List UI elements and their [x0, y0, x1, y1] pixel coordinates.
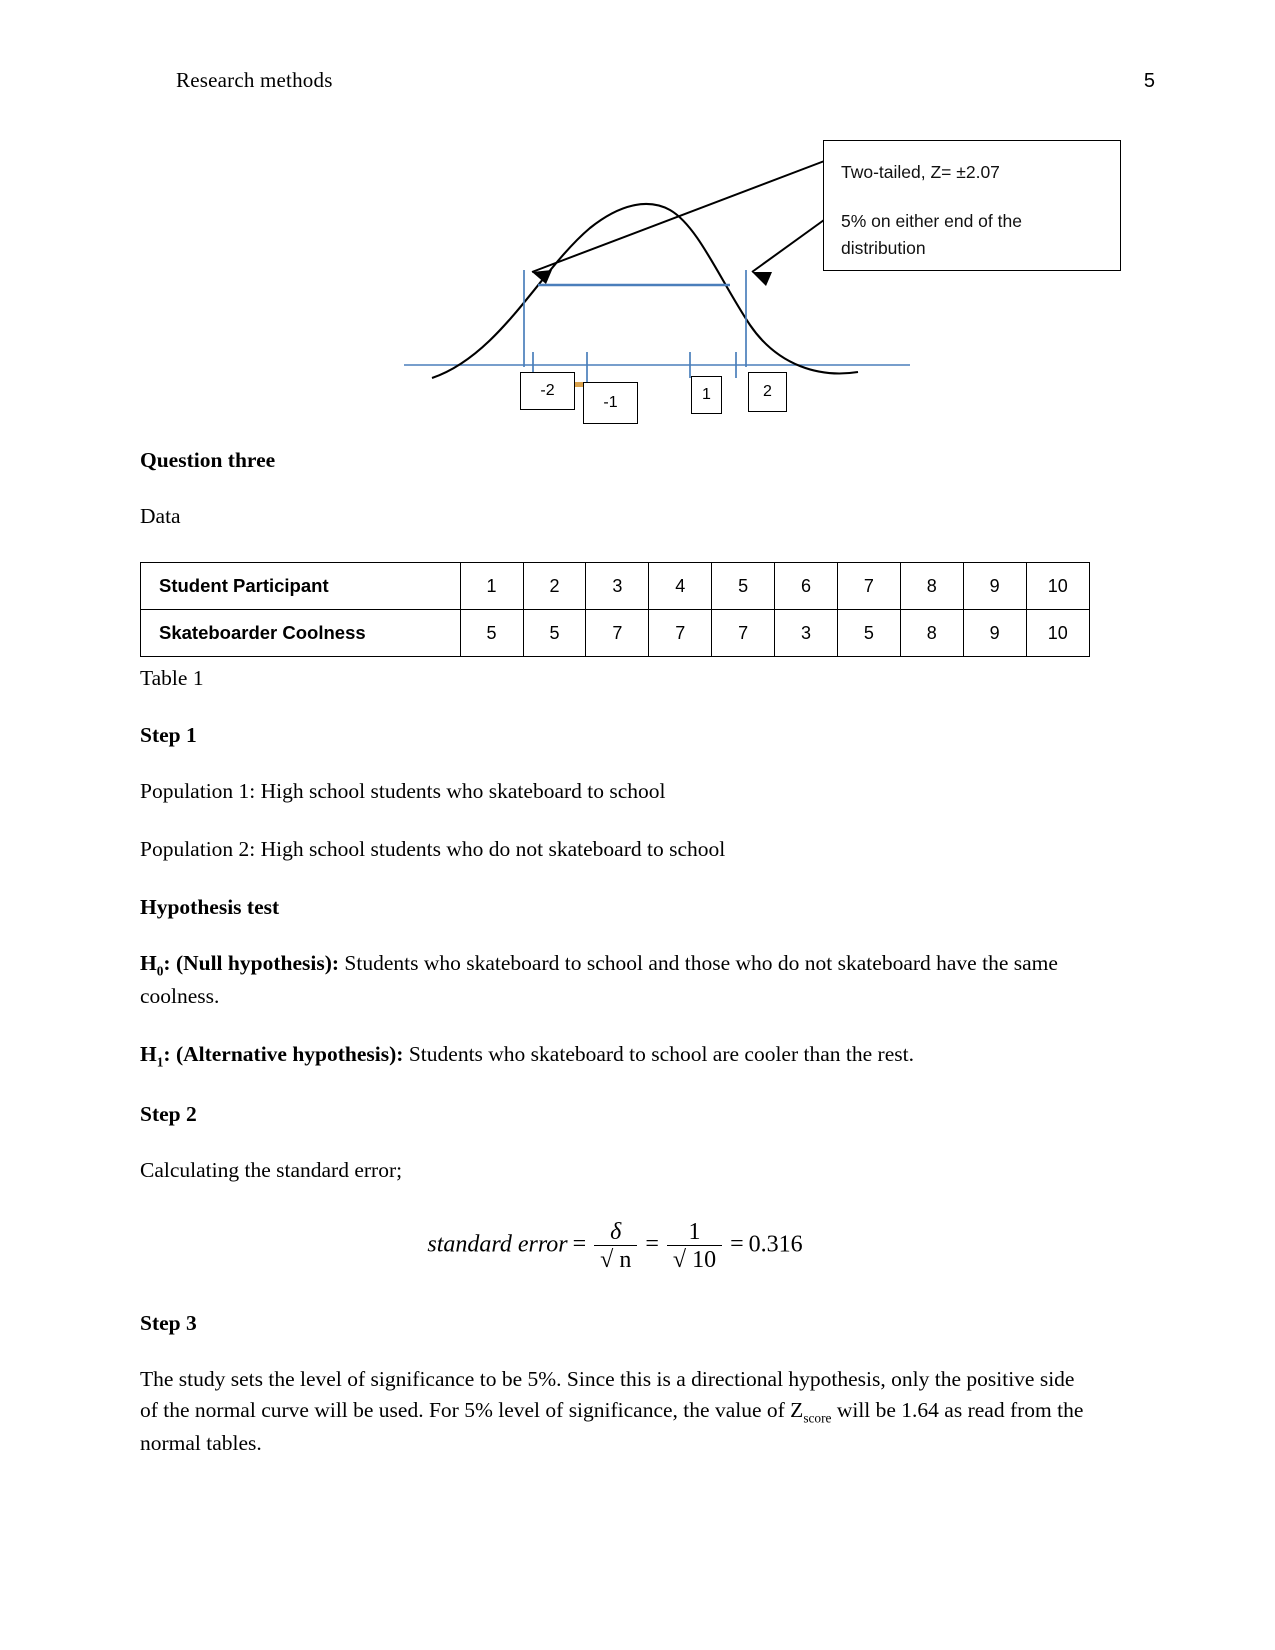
alt-h-letter: H — [140, 1041, 157, 1066]
formula-fraction-2: 1 √ 10 — [666, 1218, 723, 1272]
question-three-heading: Question three — [140, 448, 276, 472]
population-1-text: Population 1: High school students who s… — [140, 778, 666, 803]
formula-equals-2: = — [645, 1231, 659, 1258]
cell-coolness-2: 5 — [522, 609, 587, 658]
cell-participant-10: 10 — [1025, 562, 1091, 611]
data-table-wrapper: Student Participant 1 2 3 4 5 6 7 8 9 10… — [140, 562, 1091, 658]
table-caption: Table 1 — [140, 666, 204, 691]
step2-text: Calculating the standard error; — [140, 1157, 403, 1182]
formula-result: 0.316 — [748, 1231, 803, 1258]
formula-denominator-1: √ n — [594, 1244, 638, 1272]
cell-participant-8: 8 — [899, 562, 964, 611]
formula-fraction-1: δ √ n — [594, 1218, 638, 1272]
cell-coolness-8: 8 — [899, 609, 964, 658]
callout-box: Two-tailed, Z= ±2.07 5% on either end of… — [823, 140, 1121, 271]
document-page: Research methods 5 Two-tailed, Z= ±2.07 … — [0, 0, 1275, 1650]
cell-participant-2: 2 — [522, 562, 587, 611]
cell-coolness-3: 7 — [585, 609, 650, 658]
cell-coolness-10: 10 — [1025, 609, 1091, 658]
step1-heading: Step 1 — [140, 722, 197, 747]
data-label: Data — [140, 504, 181, 529]
step3-paragraph: The study sets the level of significance… — [140, 1364, 1090, 1459]
tick-label-box-minus1: -1 — [583, 382, 638, 424]
normal-curve-figure: Two-tailed, Z= ±2.07 5% on either end of… — [380, 120, 1140, 440]
alt-h-label-text: : (Alternative hypothesis): — [163, 1041, 404, 1066]
null-h-label-text: : (Null hypothesis): — [163, 951, 340, 976]
formula-lhs: standard error — [427, 1231, 568, 1258]
standard-error-formula: standard error = δ √ n = 1 √ 10 = 0.316 — [140, 1220, 1090, 1272]
population-2-text: Population 2: High school students who d… — [140, 836, 726, 861]
formula-denominator-2: √ 10 — [666, 1244, 723, 1272]
cell-coolness-9: 9 — [962, 609, 1027, 658]
cell-coolness-6: 3 — [774, 609, 838, 658]
document-body: Question three Data Student Participant … — [140, 445, 1091, 1486]
formula-equals-3: = — [730, 1231, 744, 1258]
cell-coolness-5: 7 — [711, 609, 776, 658]
tick-label-box-plus2: 2 — [748, 372, 787, 412]
cell-participant-5: 5 — [711, 562, 776, 611]
cell-participant-9: 9 — [962, 562, 1027, 611]
cell-participant-1: 1 — [459, 562, 524, 611]
alt-hypothesis-label: H1: (Alternative hypothesis): — [140, 1041, 404, 1069]
step3-heading: Step 3 — [140, 1310, 197, 1335]
hypothesis-test-heading: Hypothesis test — [140, 895, 280, 920]
callout-line-2: 5% on either end of the — [841, 211, 1022, 232]
data-table: Student Participant 1 2 3 4 5 6 7 8 9 10… — [140, 562, 1091, 658]
null-hypothesis-paragraph: H0: (Null hypothesis): Students who skat… — [140, 948, 1090, 1012]
cell-coolness-1: 5 — [459, 609, 524, 658]
callout-line-3: distribution — [841, 238, 926, 259]
tick-label-box-minus2: -2 — [520, 372, 575, 410]
leader-line-left — [531, 159, 828, 273]
arrowhead-right — [752, 272, 772, 286]
row-label-skateboarder-coolness: Skateboarder Coolness — [140, 609, 461, 658]
table-row: Student Participant 1 2 3 4 5 6 7 8 9 10 — [140, 562, 1091, 611]
step2-heading: Step 2 — [140, 1101, 197, 1126]
page-header: Research methods 5 — [176, 68, 1155, 93]
step3-z-subscript: score — [803, 1410, 832, 1426]
leader-line-right — [751, 219, 825, 273]
null-h-letter: H — [140, 951, 157, 976]
formula-equals-1: = — [572, 1231, 587, 1258]
cell-participant-3: 3 — [585, 562, 650, 611]
tick-label-box-plus1: 1 — [691, 376, 722, 414]
table-row: Skateboarder Coolness 5 5 7 7 7 3 5 8 9 … — [140, 609, 1091, 658]
cell-coolness-4: 7 — [648, 609, 713, 658]
cell-participant-7: 7 — [836, 562, 901, 611]
alternative-hypothesis-paragraph: H1: (Alternative hypothesis): Students w… — [140, 1039, 1090, 1072]
page-number: 5 — [1143, 70, 1155, 92]
cell-participant-6: 6 — [774, 562, 838, 611]
header-title: Research methods — [176, 68, 333, 92]
cell-coolness-7: 5 — [836, 609, 901, 658]
callout-line-1: Two-tailed, Z= ±2.07 — [841, 162, 1000, 182]
alternative-hypothesis-text: Students who skateboard to school are co… — [403, 1041, 914, 1066]
formula-numerator-1: δ — [610, 1218, 622, 1245]
null-hypothesis-label: H0: (Null hypothesis): — [140, 951, 340, 978]
cell-participant-4: 4 — [648, 562, 713, 611]
formula-numerator-2: 1 — [688, 1218, 701, 1245]
row-label-student-participant: Student Participant — [140, 562, 461, 611]
